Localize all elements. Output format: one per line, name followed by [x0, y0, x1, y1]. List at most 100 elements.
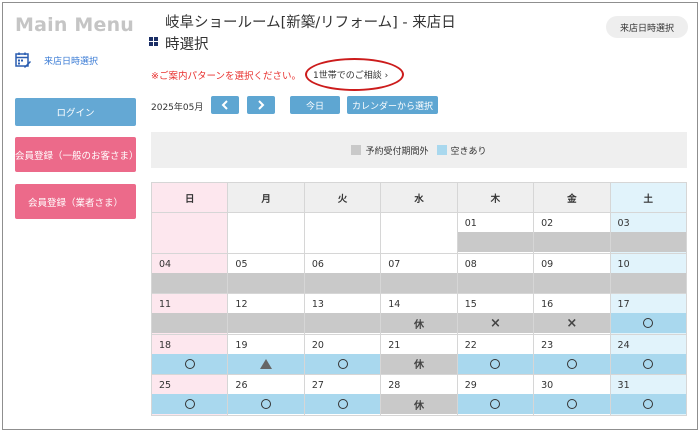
- day-number: [305, 213, 380, 232]
- day-status-bar[interactable]: [304, 394, 381, 415]
- day-status-bar: [457, 272, 534, 293]
- weekday-thu: 木: [456, 182, 535, 213]
- day-status-bar: [534, 272, 610, 293]
- weekday-sat: 土: [609, 182, 688, 213]
- day-status-bar: [152, 232, 227, 252]
- page-title: 岐阜ショールーム[新築/リフォーム] - 来店日 時選択: [165, 12, 485, 56]
- available-circle-icon: [490, 358, 501, 369]
- day-status-bar[interactable]: [610, 353, 686, 374]
- calendar-day-cell[interactable]: 20: [303, 333, 382, 376]
- day-status-bar[interactable]: [534, 353, 610, 374]
- calendar-icon: [15, 52, 31, 68]
- day-status-bar: [228, 232, 303, 252]
- day-status-bar[interactable]: [228, 394, 304, 415]
- prev-month-button[interactable]: [211, 96, 239, 114]
- day-number: 09: [541, 258, 554, 270]
- calendar-day-cell: 13: [303, 293, 382, 335]
- available-circle-icon: [566, 358, 577, 369]
- calendar-day-cell: 16 ×: [533, 293, 611, 335]
- menu-title: Main Menu: [15, 14, 135, 36]
- register-general-button[interactable]: 会員登録（一般のお客さま）: [15, 137, 139, 172]
- login-button[interactable]: ログイン: [15, 98, 136, 126]
- chevron-right-icon: [258, 100, 265, 110]
- weekday-wed: 水: [380, 182, 458, 213]
- calendar-week-row: 18 19 20 21 休 22 23 24: [150, 333, 688, 376]
- select-from-calendar-button[interactable]: カレンダーから選択: [347, 96, 438, 114]
- day-number: 31: [617, 380, 630, 392]
- calendar-day-cell: [150, 212, 229, 254]
- calendar-day-cell[interactable]: 25: [150, 374, 229, 416]
- weekday-tue: 火: [303, 182, 382, 213]
- day-status-bar[interactable]: [304, 353, 381, 374]
- calendar-day-cell: 05: [227, 252, 305, 295]
- day-number: 08: [464, 258, 477, 270]
- calendar-day-cell[interactable]: 23: [533, 333, 611, 376]
- day-number: 03: [617, 218, 630, 229]
- calendar-day-cell: 08: [456, 252, 535, 295]
- register-business-button[interactable]: 会員登録（業者さま）: [15, 184, 136, 219]
- calendar-day-cell[interactable]: 18: [150, 333, 229, 376]
- visit-datetime-link[interactable]: 来店日時選択: [15, 51, 98, 69]
- day-number: 17: [617, 299, 630, 311]
- legend-closed: 予約受付期間外: [351, 144, 429, 157]
- day-number: [152, 213, 227, 232]
- day-number: 01: [464, 218, 477, 229]
- available-circle-icon: [184, 399, 195, 410]
- legend-closed-label: 予約受付期間外: [365, 146, 429, 157]
- day-status-bar: [228, 272, 304, 293]
- calendar: 日 月 火 水 木 金 土 01 02 03 04 05 06 07 08 09 10 11 12 13…: [150, 182, 688, 416]
- day-number: 26: [235, 380, 248, 392]
- calendar-day-cell[interactable]: 22: [456, 333, 535, 376]
- day-status-bar: [305, 232, 380, 252]
- day-status-bar[interactable]: [457, 394, 534, 415]
- day-number: [381, 213, 456, 232]
- step-badge: 来店日時選択: [606, 16, 688, 38]
- day-status-bar: [457, 232, 534, 252]
- calendar-day-cell: [227, 212, 305, 254]
- day-status-bar[interactable]: [610, 394, 686, 415]
- available-circle-icon: [184, 358, 195, 369]
- calendar-day-cell[interactable]: 26: [227, 374, 305, 416]
- available-circle-icon: [337, 358, 348, 369]
- page-title-line2: 時選択: [165, 37, 209, 53]
- calendar-day-cell: 21 休: [380, 333, 458, 376]
- day-number: 19: [235, 339, 248, 351]
- weekday-mon: 月: [227, 182, 305, 213]
- day-number: 24: [617, 339, 630, 351]
- day-number: 15: [464, 299, 477, 311]
- day-status-bar[interactable]: [228, 353, 304, 374]
- weekday-sun: 日: [150, 182, 229, 213]
- day-number: 11: [159, 299, 172, 311]
- day-number: 20: [311, 339, 324, 351]
- calendar-day-cell: 03: [609, 212, 688, 254]
- calendar-day-cell[interactable]: 24: [609, 333, 688, 376]
- available-circle-icon: [643, 318, 654, 329]
- day-status-bar[interactable]: [152, 394, 228, 415]
- holiday-label: 休: [413, 319, 424, 331]
- calendar-day-cell[interactable]: 19: [227, 333, 305, 376]
- day-status-bar[interactable]: [610, 313, 686, 334]
- calendar-week-row: 11 12 13 14 休 15 × 16 × 17: [150, 293, 688, 335]
- grid-icon: [149, 31, 158, 46]
- calendar-day-cell: 14 休: [380, 293, 458, 335]
- calendar-day-cell[interactable]: 31: [609, 374, 688, 416]
- calendar-day-cell[interactable]: 17: [609, 293, 688, 335]
- day-number: 28: [388, 380, 401, 392]
- pattern-prompt: ※ご案内パターンを選択ください。: [151, 71, 301, 82]
- day-status-bar[interactable]: [152, 353, 228, 374]
- day-number: 23: [541, 339, 554, 351]
- available-circle-icon: [566, 399, 577, 410]
- calendar-day-cell: 15 ×: [456, 293, 535, 335]
- calendar-day-cell[interactable]: 27: [303, 374, 382, 416]
- day-status-bar[interactable]: [534, 394, 610, 415]
- day-status-bar: [610, 272, 686, 293]
- today-button[interactable]: 今日: [290, 96, 340, 114]
- calendar-day-cell[interactable]: 30: [533, 374, 611, 416]
- calendar-day-cell[interactable]: 29: [456, 374, 535, 416]
- day-number: 13: [311, 299, 324, 311]
- next-month-button[interactable]: [247, 96, 275, 114]
- legend-open: 空きあり: [436, 144, 487, 157]
- weekday-header-row: 日 月 火 水 木 金 土: [150, 182, 688, 213]
- legend-open-label: 空きあり: [450, 146, 487, 157]
- day-status-bar[interactable]: [457, 353, 534, 374]
